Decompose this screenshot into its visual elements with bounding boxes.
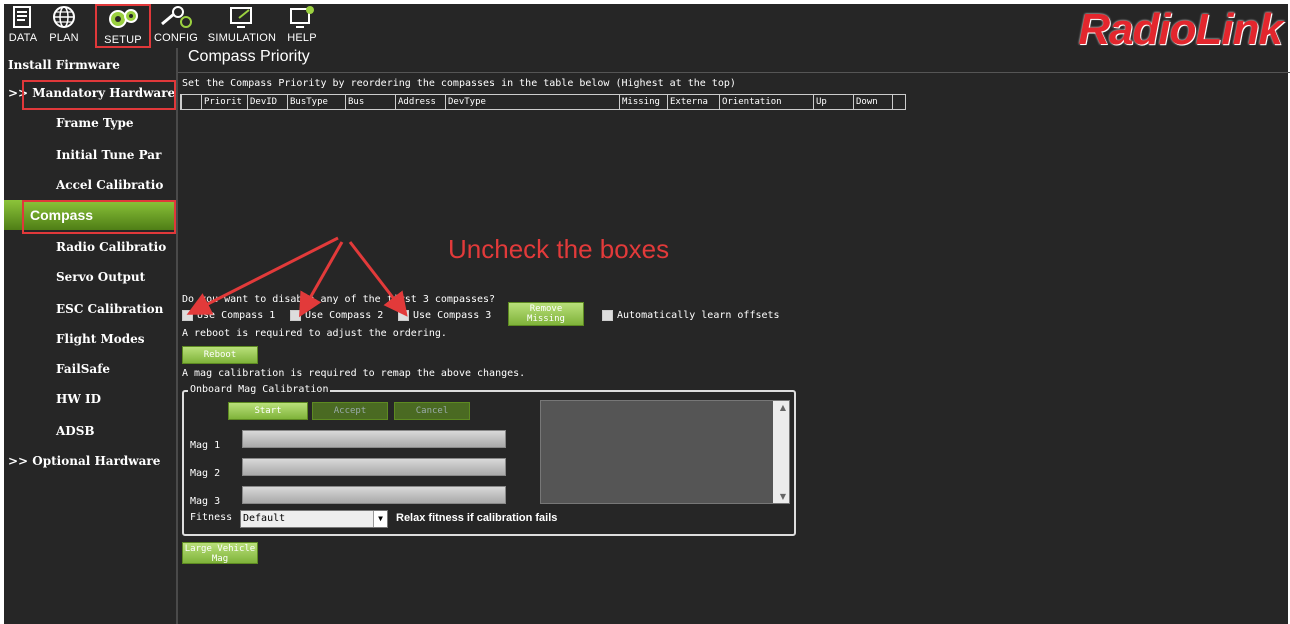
sidebar-item-install-firmware[interactable]: Install Firmware [4, 52, 176, 78]
auto-learn-offsets-checkbox[interactable]: Automatically learn offsets [602, 310, 780, 321]
mag-calibration-note: A mag calibration is required to remap t… [182, 368, 526, 379]
fitness-value: Default [243, 513, 286, 524]
scroll-down-icon[interactable]: ▼ [780, 492, 786, 501]
sidebar-item-esc-calibration[interactable]: ESC Calibration [4, 296, 176, 322]
use-compass-3-label: Use Compass 3 [413, 310, 492, 321]
priority-instruction: Set the Compass Priority by reordering t… [182, 78, 736, 89]
sidebar: Install Firmware >> Mandatory Hardware F… [4, 48, 176, 624]
column-header-devtype: DevType [445, 95, 619, 109]
fitness-select[interactable]: Default ▼ [240, 510, 388, 528]
onboard-mag-calibration-group: Onboard Mag Calibration Start Accept Can… [182, 384, 796, 536]
sidebar-item-frame-type[interactable]: Frame Type [4, 110, 176, 136]
start-button[interactable]: Start [228, 402, 308, 420]
use-compass-2-checkbox[interactable]: Use Compass 2 [290, 310, 383, 321]
column-header-orientation: Orientation [719, 95, 813, 109]
sidebar-item-initial-tune[interactable]: Initial Tune Par [4, 142, 176, 168]
disable-question: Do you want to disable any of the first … [182, 294, 496, 305]
column-header-priority: Priorit [201, 95, 247, 109]
simulation-icon [204, 4, 280, 32]
mag-1-label: Mag 1 [190, 440, 221, 451]
help-icon [282, 4, 322, 32]
compass-table-header: Priorit DevID BusType Bus Address DevTyp… [180, 94, 906, 110]
relax-fitness-label: Relax fitness if calibration fails [396, 512, 558, 524]
sidebar-item-radio-calibration[interactable]: Radio Calibratio [4, 234, 176, 260]
chevron-down-icon[interactable]: ▼ [373, 511, 387, 527]
toolbar-data-label: DATA [8, 32, 38, 44]
column-header-blank [181, 95, 201, 109]
globe-icon [44, 4, 84, 32]
toolbar-help-label: HELP [287, 32, 317, 44]
cancel-button[interactable]: Cancel [394, 402, 470, 420]
use-compass-1-label: Use Compass 1 [197, 310, 276, 321]
highlight-box-compass [22, 200, 176, 234]
column-header-missing: Missing [619, 95, 667, 109]
column-header-bustype: BusType [287, 95, 345, 109]
gear-icon [97, 6, 149, 34]
column-header-address: Address [395, 95, 445, 109]
onboard-group-title: Onboard Mag Calibration [188, 384, 331, 395]
data-icon [6, 4, 40, 32]
use-compass-2-label: Use Compass 2 [305, 310, 384, 321]
mag-2-label: Mag 2 [190, 468, 221, 479]
sidebar-item-hw-id[interactable]: HW ID [4, 386, 176, 412]
checkbox-box[interactable] [182, 310, 193, 321]
checkbox-box[interactable] [602, 310, 613, 321]
use-compass-3-checkbox[interactable]: Use Compass 3 [398, 310, 491, 321]
checkbox-box[interactable] [398, 310, 409, 321]
auto-learn-label: Automatically learn offsets [617, 310, 780, 321]
reboot-button[interactable]: Reboot [182, 346, 258, 364]
main-content: Compass Priority Set the Compass Priorit… [176, 48, 1290, 624]
toolbar-help-button[interactable]: HELP [282, 4, 322, 48]
sidebar-item-failsafe[interactable]: FailSafe [4, 356, 176, 382]
toolbar-data-button[interactable]: DATA [6, 4, 40, 48]
toolbar-plan-label: PLAN [49, 32, 79, 44]
scroll-up-icon[interactable]: ▲ [780, 403, 786, 412]
toolbar-setup-label: SETUP [104, 34, 142, 46]
remove-missing-button[interactable]: Remove Missing [508, 302, 584, 326]
sidebar-item-accel-calibration[interactable]: Accel Calibratio [4, 172, 176, 198]
sidebar-item-optional-hardware[interactable]: >> Optional Hardware [4, 448, 176, 474]
column-header-external: Externa [667, 95, 719, 109]
toolbar-plan-button[interactable]: PLAN [44, 4, 84, 48]
top-toolbar: DATA PLAN SETUP CONFIG SIMULATION HELP R… [4, 4, 1288, 52]
mag-1-progress [242, 430, 506, 448]
column-header-devid: DevID [247, 95, 287, 109]
accept-button[interactable]: Accept [312, 402, 388, 420]
toolbar-config-button[interactable]: CONFIG [151, 4, 201, 48]
mag-2-progress [242, 458, 506, 476]
page-title: Compass Priority [188, 48, 310, 65]
wrench-icon [151, 4, 201, 32]
sidebar-item-adsb[interactable]: ADSB [4, 418, 176, 444]
use-compass-1-checkbox[interactable]: Use Compass 1 [182, 310, 275, 321]
reboot-note: A reboot is required to adjust the order… [182, 328, 447, 339]
highlight-box-mandatory [22, 80, 176, 110]
toolbar-simulation-button[interactable]: SIMULATION [204, 4, 280, 48]
radiolink-logo: RadioLink [1078, 5, 1283, 54]
title-divider [178, 72, 1290, 73]
log-scrollbar[interactable]: ▲ ▼ [773, 401, 789, 503]
fitness-label: Fitness [190, 512, 233, 523]
mag-3-label: Mag 3 [190, 496, 221, 507]
column-header-bus: Bus [345, 95, 395, 109]
toolbar-config-label: CONFIG [154, 32, 198, 44]
column-header-up: Up [813, 95, 853, 109]
sidebar-item-flight-modes[interactable]: Flight Modes [4, 326, 176, 352]
annotation-text: Uncheck the boxes [448, 234, 670, 264]
sidebar-item-servo-output[interactable]: Servo Output [4, 264, 176, 290]
toolbar-setup-button[interactable]: SETUP [95, 4, 151, 48]
toolbar-simulation-label: SIMULATION [207, 32, 277, 44]
mag-3-progress [242, 486, 506, 504]
calibration-log[interactable]: ▲ ▼ [540, 400, 790, 504]
column-header-down: Down [853, 95, 893, 109]
checkbox-box[interactable] [290, 310, 301, 321]
large-vehicle-mag-button[interactable]: Large Vehicle Mag [182, 542, 258, 564]
